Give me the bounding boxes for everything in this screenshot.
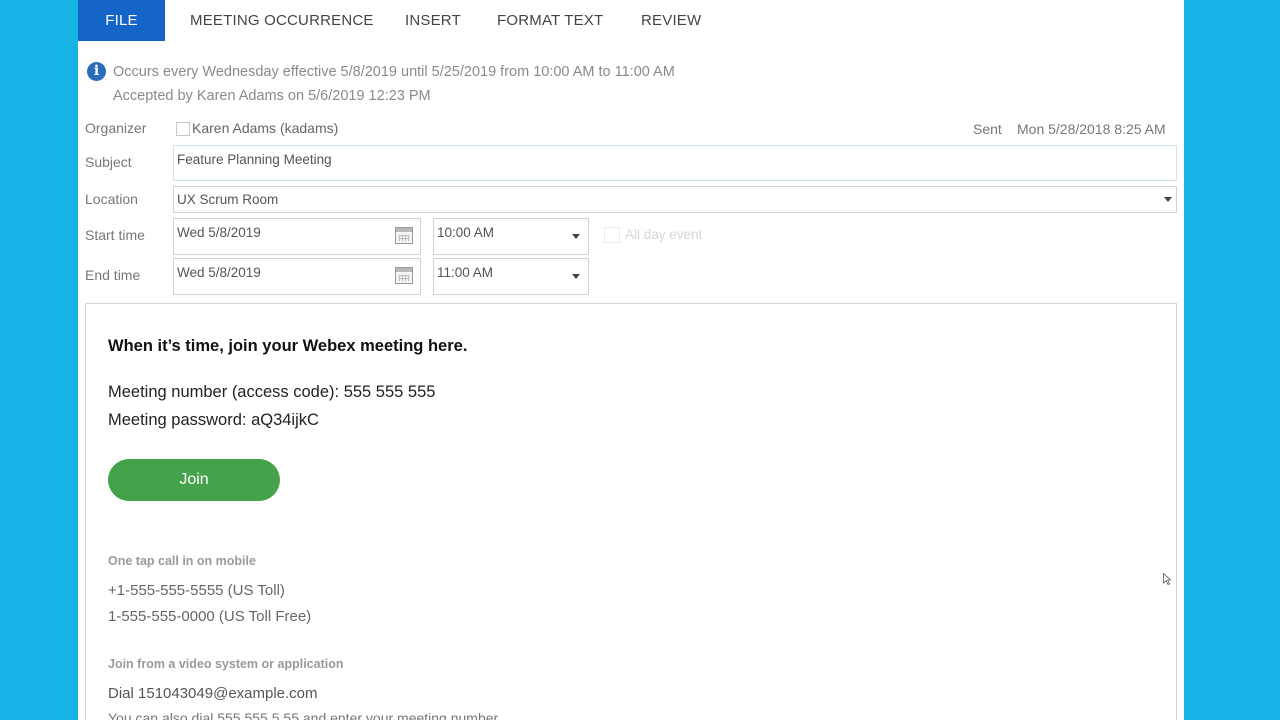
calendar-icon[interactable]: [395, 267, 413, 284]
end-date-value: Wed 5/8/2019: [177, 265, 261, 280]
sent-timestamp: Mon 5/28/2018 8:25 AM: [1017, 121, 1166, 137]
tab-insert[interactable]: INSERT: [405, 0, 461, 41]
start-date-field[interactable]: Wed 5/8/2019: [173, 218, 421, 255]
start-time-value: 10:00 AM: [437, 225, 495, 240]
meeting-password: Meeting password: aQ34ijkC: [108, 411, 319, 429]
accepted-info: Accepted by Karen Adams on 5/6/2019 12:2…: [113, 88, 431, 104]
start-time-label: Start time: [85, 227, 145, 243]
phone-toll-free[interactable]: 1-555-555-0000 (US Toll Free): [108, 608, 311, 625]
mobile-call-title: One tap call in on mobile: [108, 554, 256, 568]
start-time-dropdown[interactable]: 10:00 AM: [433, 218, 589, 255]
subject-label: Subject: [85, 154, 132, 170]
mouse-cursor-icon: [1163, 573, 1171, 585]
end-time-label: End time: [85, 267, 141, 283]
start-date-value: Wed 5/8/2019: [177, 225, 261, 240]
end-time-value: 11:00 AM: [437, 265, 494, 280]
alt-dial-text: You can also dial 555.555.5.55 and enter…: [108, 710, 502, 720]
dial-address[interactable]: Dial 151043049@example.com: [108, 685, 318, 702]
location-dropdown[interactable]: UX Scrum Room: [173, 186, 1177, 213]
end-date-field[interactable]: Wed 5/8/2019: [173, 258, 421, 295]
subject-field[interactable]: Feature Planning Meeting: [173, 145, 1177, 181]
subject-value: Feature Planning Meeting: [177, 152, 332, 167]
phone-toll[interactable]: +1-555-555-5555 (US Toll): [108, 582, 285, 599]
organizer-name: Karen Adams (kadams): [192, 120, 339, 136]
chevron-down-icon[interactable]: [1164, 196, 1172, 202]
ribbon-tabs: FILE MEETING OCCURRENCE INSERT FORMAT TE…: [78, 0, 1184, 42]
join-button[interactable]: Join: [108, 459, 280, 501]
organizer-label: Organizer: [85, 120, 147, 136]
organizer-checkbox: [176, 122, 190, 136]
calendar-icon[interactable]: [395, 227, 413, 244]
meeting-number: Meeting number (access code): 555 555 55…: [108, 383, 436, 401]
meeting-window: FILE MEETING OCCURRENCE INSERT FORMAT TE…: [78, 0, 1184, 720]
info-icon: i: [87, 62, 106, 81]
all-day-label: All day event: [625, 227, 703, 242]
recurrence-info: Occurs every Wednesday effective 5/8/201…: [113, 64, 675, 80]
tab-format-text[interactable]: FORMAT TEXT: [497, 0, 603, 41]
tab-review[interactable]: REVIEW: [641, 0, 701, 41]
chevron-down-icon[interactable]: [572, 233, 580, 239]
tab-file[interactable]: FILE: [78, 0, 165, 41]
end-time-dropdown[interactable]: 11:00 AM: [433, 258, 589, 295]
tab-meeting-occurrence[interactable]: MEETING OCCURRENCE: [190, 0, 374, 41]
all-day-checkbox[interactable]: [604, 227, 620, 243]
join-headline: When it’s time, join your Webex meeting …: [108, 337, 468, 355]
location-value: UX Scrum Room: [177, 192, 279, 207]
meeting-body[interactable]: When it’s time, join your Webex meeting …: [85, 303, 1177, 720]
sent-label: Sent: [973, 121, 1002, 137]
chevron-down-icon[interactable]: [572, 273, 580, 279]
location-label: Location: [85, 191, 138, 207]
video-system-title: Join from a video system or application: [108, 657, 344, 671]
